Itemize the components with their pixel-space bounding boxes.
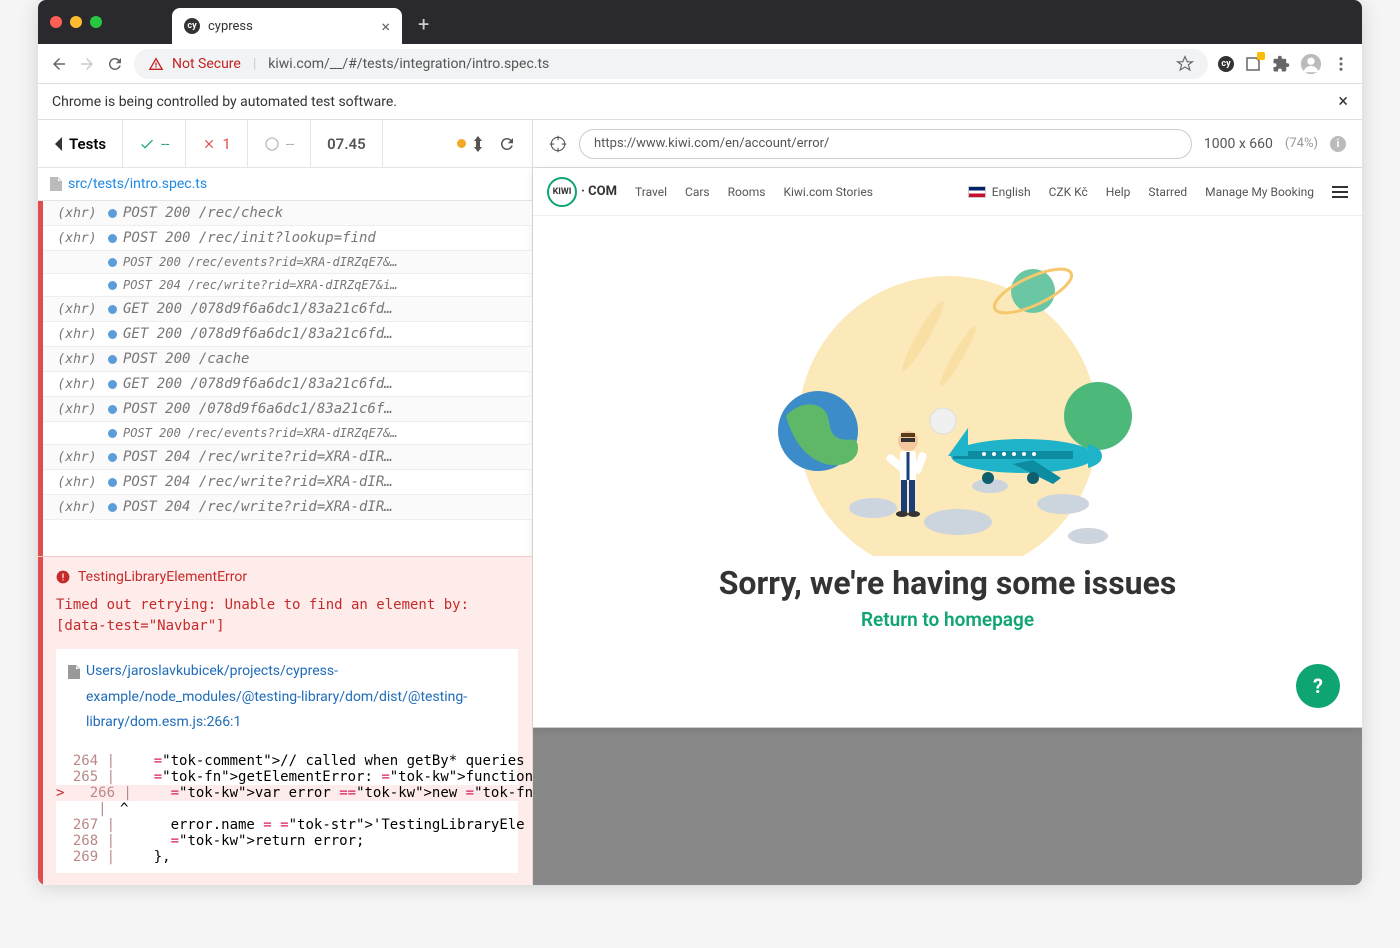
info-icon[interactable]: i [1330,136,1346,152]
log-row[interactable]: (xhr)POST 204 /rec/write?rid=XRA-dIR… [38,445,532,470]
not-secure-label: Not Secure [172,56,241,72]
forward-icon [78,55,96,73]
language-switcher[interactable]: English [968,185,1031,199]
currency-switcher[interactable]: CZK Kč [1049,185,1088,199]
log-row[interactable]: (xhr)GET 200 /078d9f6a6dc1/83a21c6fd… [38,297,532,322]
passed-count: -- [123,120,186,167]
cypress-ext-icon[interactable]: cy [1218,56,1234,72]
error-illustration [758,226,1138,556]
logo-icon: KIWI [547,177,577,207]
duration: 07.45 [311,120,383,167]
kebab-menu-icon[interactable] [1332,55,1350,73]
error-code-block: 264 | ="tok-comment">// called when getB… [56,745,518,873]
error-file-trace[interactable]: Users/jaroslavkubicek/projects/cypress-e… [56,649,518,745]
command-log[interactable]: (xhr)POST 200 /rec/check(xhr)POST 200 /r… [38,201,532,556]
window-close-icon[interactable] [50,16,62,28]
hamburger-icon[interactable] [1332,186,1348,198]
log-row[interactable]: (xhr)GET 200 /078d9f6a6dc1/83a21c6fd… [38,372,532,397]
automation-info-bar: Chrome is being controlled by automated … [38,84,1362,120]
nav-help[interactable]: Help [1106,185,1131,199]
url-text: kiwi.com/__/#/tests/integration/intro.sp… [268,56,549,72]
not-secure-icon [148,56,164,72]
close-info-icon[interactable]: × [1338,91,1348,112]
address-bar[interactable]: Not Secure | kiwi.com/__/#/tests/integra… [134,49,1208,79]
nav-item[interactable]: Cars [685,185,710,199]
new-tab-button[interactable]: + [418,12,429,36]
nav-manage-booking[interactable]: Manage My Booking [1205,185,1314,199]
browser-titlebar: cy cypress × + [38,0,1362,44]
spec-file-header[interactable]: src/tests/intro.spec.ts [38,168,532,201]
log-row[interactable]: (xhr)POST 204 /rec/write?rid=XRA-dIR… [38,470,532,495]
extensions-icon[interactable] [1272,55,1290,73]
back-to-tests[interactable]: Tests [38,120,123,167]
resize-icon[interactable] [472,136,484,152]
error-block: TestingLibraryElementError Timed out ret… [38,556,532,885]
tab-close-icon[interactable]: × [381,17,390,36]
log-row[interactable]: POST 200 /rec/events?rid=XRA-dIRZqE7&… [38,251,532,274]
recording-indicator-icon [457,139,466,148]
log-row[interactable]: (xhr)GET 200 /078d9f6a6dc1/83a21c6fd… [38,322,532,347]
error-icon [56,570,70,584]
file-icon [68,665,80,679]
reload-icon[interactable] [106,55,124,73]
stat-bar: Tests -- 1 -- 07.45 [38,120,532,168]
log-row[interactable]: (xhr)POST 200 /078d9f6a6dc1/83a21c6f… [38,397,532,422]
star-icon[interactable] [1176,55,1194,73]
log-row[interactable]: POST 204 /rec/write?rid=XRA-dIRZqE7&i… [38,274,532,297]
site-logo[interactable]: KIWI · COM [547,177,617,207]
flag-uk-icon [968,186,986,198]
site-nav: KIWI · COM Travel Cars Rooms Kiwi.com St… [533,168,1362,216]
notifications-icon[interactable] [1244,55,1262,73]
window-minimize-icon[interactable] [70,16,82,28]
nav-item[interactable]: Kiwi.com Stories [783,185,873,199]
aut-url-bar[interactable]: https://www.kiwi.com/en/account/error/ [579,129,1192,159]
selector-playground-icon[interactable] [549,135,567,153]
return-homepage-link[interactable]: Return to homepage [861,608,1034,631]
error-page-title: Sorry, we're having some issues [719,564,1177,602]
nav-item[interactable]: Travel [635,185,667,199]
browser-toolbar: Not Secure | kiwi.com/__/#/tests/integra… [38,44,1362,84]
pending-count: -- [248,120,311,167]
back-icon[interactable] [50,55,68,73]
nav-starred[interactable]: Starred [1148,185,1187,199]
nav-item[interactable]: Rooms [728,185,766,199]
log-row[interactable]: (xhr)POST 200 /rec/init?lookup=find [38,226,532,251]
error-message: Timed out retrying: Unable to find an el… [56,595,518,637]
test-runner-panel: Tests -- 1 -- 07.45 [38,120,533,885]
file-icon [50,177,62,191]
error-name: TestingLibraryElementError [78,569,247,585]
window-maximize-icon[interactable] [90,16,102,28]
tab-title: cypress [208,19,373,34]
log-row[interactable]: (xhr)POST 204 /rec/write?rid=XRA-dIR… [38,495,532,520]
preview-pane: https://www.kiwi.com/en/account/error/ 1… [533,120,1362,885]
log-row[interactable]: (xhr)POST 200 /rec/check [38,201,532,226]
preview-header: https://www.kiwi.com/en/account/error/ 1… [533,120,1362,168]
profile-icon[interactable] [1300,53,1322,75]
aut-iframe[interactable]: KIWI · COM Travel Cars Rooms Kiwi.com St… [533,168,1362,728]
help-fab-button[interactable]: ? [1296,664,1340,708]
log-row[interactable]: POST 200 /rec/events?rid=XRA-dIRZqE7&… [38,422,532,445]
failed-count: 1 [186,120,247,167]
restart-icon[interactable] [498,135,516,153]
log-row[interactable]: (xhr)POST 200 /cache [38,347,532,372]
browser-tab[interactable]: cy cypress × [172,8,402,44]
viewport-scale: (74%) [1285,136,1318,151]
tab-favicon-icon: cy [184,18,200,34]
viewport-dims: 1000 x 660 [1204,136,1273,152]
